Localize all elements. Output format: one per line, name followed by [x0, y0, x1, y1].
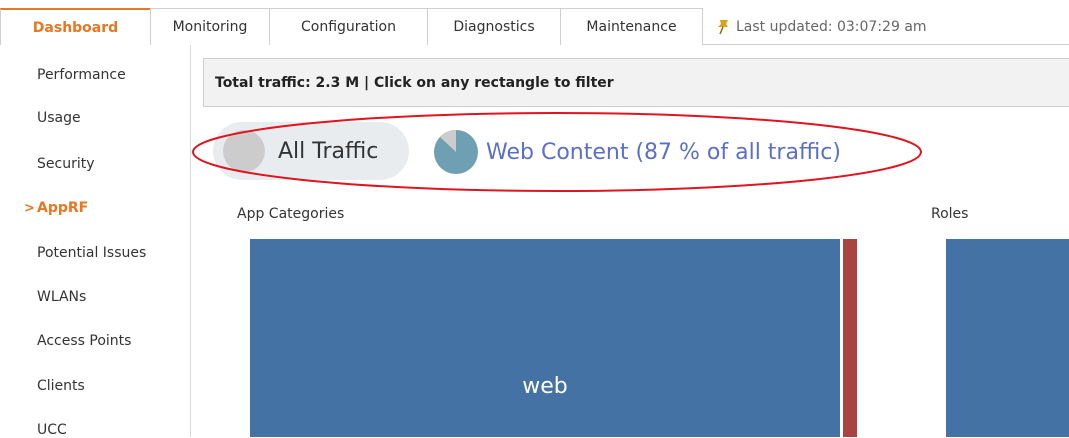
- sidebar-item-clients[interactable]: Clients: [37, 378, 85, 394]
- treemap-cell-web[interactable]: web: [250, 239, 840, 437]
- treemap-cell-other[interactable]: [843, 239, 857, 437]
- main-tabs: Dashboard Monitoring Configuration Diagn…: [0, 8, 703, 45]
- traffic-filter-bar: Total traffic: 2.3 M | Click on any rect…: [203, 58, 1069, 107]
- sidebar-item-potential-issues[interactable]: Potential Issues: [37, 245, 146, 261]
- tab-maintenance[interactable]: Maintenance: [560, 8, 703, 45]
- sidebar-item-ucc[interactable]: UCC: [37, 422, 67, 438]
- filter-text: Total traffic: 2.3 M | Click on any rect…: [215, 74, 614, 91]
- last-updated-status: Last updated: 03:07:29 am: [716, 8, 927, 45]
- all-traffic-label: All Traffic: [278, 138, 379, 164]
- app-categories-title: App Categories: [237, 206, 345, 222]
- sidebar-item-access-points[interactable]: Access Points: [37, 333, 131, 349]
- sidebar-item-performance[interactable]: Performance: [37, 67, 126, 83]
- sidebar-item-usage[interactable]: Usage: [37, 110, 81, 126]
- all-traffic-filter-button[interactable]: All Traffic: [213, 122, 409, 180]
- tab-diagnostics[interactable]: Diagnostics: [427, 8, 561, 45]
- roles-title: Roles: [931, 206, 969, 222]
- chevron-right-icon: >: [24, 201, 35, 216]
- sidebar-item-security[interactable]: Security: [37, 156, 95, 172]
- treemap-cell-role[interactable]: [946, 239, 1069, 437]
- tab-configuration[interactable]: Configuration: [269, 8, 428, 45]
- all-traffic-circle-icon: [223, 130, 265, 172]
- pushpin-icon: [718, 19, 728, 34]
- pie-chart-icon: [434, 130, 478, 174]
- top-navigation: Dashboard Monitoring Configuration Diagn…: [0, 0, 1069, 45]
- last-updated-text: Last updated: 03:07:29 am: [736, 18, 927, 35]
- sidebar-item-wlans[interactable]: WLANs: [37, 289, 86, 305]
- web-content-label: Web Content (87 % of all traffic): [486, 139, 841, 165]
- sidebar: Performance Usage Security > AppRF Poten…: [0, 45, 191, 438]
- tab-monitoring[interactable]: Monitoring: [150, 8, 270, 45]
- tab-dashboard[interactable]: Dashboard: [0, 8, 151, 45]
- sidebar-item-apprf[interactable]: AppRF: [37, 200, 88, 216]
- web-content-filter-link[interactable]: Web Content (87 % of all traffic): [433, 127, 841, 177]
- treemap-cell-label: web: [522, 373, 568, 399]
